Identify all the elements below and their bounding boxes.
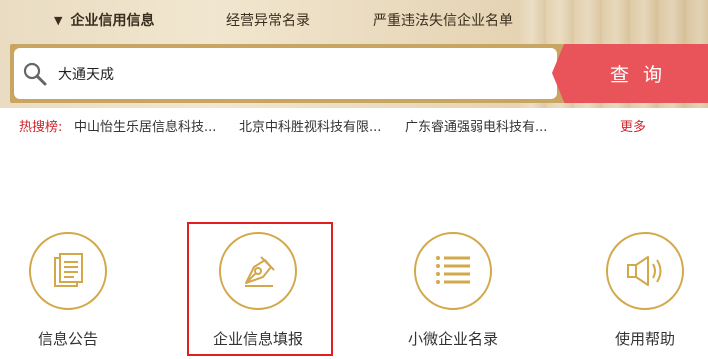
search-input[interactable]: [58, 57, 538, 91]
hot-search-row: 热搜榜: 中山怡生乐居信息科技... 北京中科胜视科技有限... 广东睿通强弱电…: [0, 108, 708, 138]
hot-search-link[interactable]: 广东睿通强弱电科技有...: [405, 116, 547, 135]
service-label: 小微企业名录: [407, 330, 498, 348]
tab-label: 严重违法失信企业名单: [373, 13, 513, 29]
tab-blacklist[interactable]: 严重违法失信企业名单: [373, 10, 513, 30]
triangle-down-icon: ▼: [54, 14, 63, 27]
service-icon-circle: [219, 232, 297, 310]
service-label: 使用帮助: [614, 330, 675, 348]
service-icon-circle: [414, 232, 492, 310]
more-link[interactable]: 更多: [620, 116, 646, 135]
tab-abnormal-list[interactable]: 经营异常名录: [226, 10, 310, 30]
service-help[interactable]: 使用帮助: [575, 228, 708, 353]
service-icon-circle: [606, 232, 684, 310]
service-icon-circle: [29, 232, 107, 310]
service-micro-enterprise-list[interactable]: 小微企业名录: [383, 228, 523, 353]
service-enterprise-info-filing[interactable]: 企业信息填报: [187, 222, 333, 356]
hot-search-link[interactable]: 中山怡生乐居信息科技...: [74, 116, 216, 135]
tab-label: 企业信用信息: [70, 13, 155, 29]
hot-search-link[interactable]: 北京中科胜视科技有限...: [239, 116, 381, 135]
pen-icon: [245, 256, 275, 287]
tab-credit-info[interactable]: ▼ 企业信用信息: [54, 10, 154, 30]
tab-label: 经营异常名录: [226, 13, 310, 29]
search-button[interactable]: 查询: [552, 44, 708, 103]
list-icon: [436, 256, 470, 284]
tab-bar: ▼ 企业信用信息 经营异常名录 严重违法失信企业名单: [0, 0, 708, 38]
document-icon: [54, 253, 83, 287]
service-label: 企业信息填报: [212, 330, 303, 348]
service-info-announcement[interactable]: 信息公告: [0, 228, 138, 353]
speaker-icon: [627, 256, 662, 286]
hot-search-label: 热搜榜:: [19, 120, 63, 135]
service-label: 信息公告: [37, 330, 98, 348]
search-icon: [23, 62, 47, 86]
